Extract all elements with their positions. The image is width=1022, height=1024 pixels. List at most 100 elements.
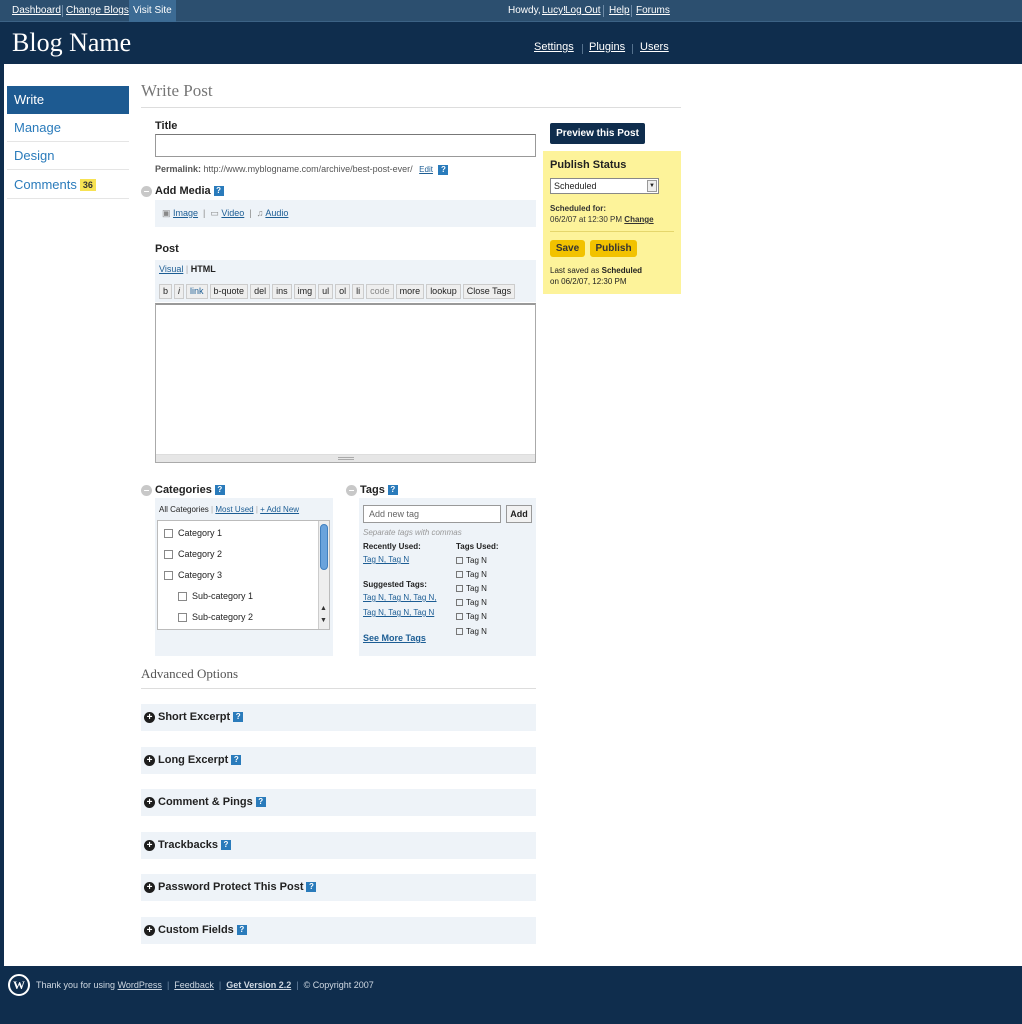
category-checkbox[interactable] xyxy=(178,592,187,602)
remove-tag-checkbox[interactable] xyxy=(456,557,463,565)
remove-tag-checkbox[interactable] xyxy=(456,585,463,593)
media-audio-link[interactable]: Audio xyxy=(265,208,288,218)
title-input[interactable] xyxy=(155,134,536,157)
tags-header[interactable]: – Tags? xyxy=(346,484,398,496)
wordpress-link[interactable]: WordPress xyxy=(118,980,162,990)
user-link[interactable]: Lucy! xyxy=(542,0,566,22)
custom-fields-section[interactable]: + Custom Fields? xyxy=(141,917,536,944)
collapse-icon[interactable]: – xyxy=(141,484,152,496)
used-tag[interactable]: Tag N xyxy=(456,556,487,565)
collapse-icon[interactable]: – xyxy=(141,185,152,197)
post-content-textarea[interactable] xyxy=(155,303,536,463)
resize-handle[interactable] xyxy=(156,454,535,462)
quicktag-del[interactable]: del xyxy=(250,284,271,299)
save-button[interactable]: Save xyxy=(550,240,585,257)
collapse-icon[interactable]: – xyxy=(346,484,357,496)
categories-header[interactable]: – Categories? xyxy=(141,484,225,496)
used-tag[interactable]: Tag N xyxy=(456,612,487,621)
help-icon[interactable]: ? xyxy=(231,755,242,766)
recent-tags[interactable]: Tag N, Tag N xyxy=(363,555,409,564)
quicktag-ul[interactable]: ul xyxy=(318,284,334,299)
preview-post-button[interactable]: Preview this Post xyxy=(550,123,645,144)
quicktag-code[interactable]: code xyxy=(366,284,394,299)
quicktag-lookup[interactable]: lookup xyxy=(426,284,461,299)
help-icon[interactable]: ? xyxy=(255,797,266,808)
help-icon[interactable]: ? xyxy=(214,485,225,496)
forums-link[interactable]: Forums xyxy=(636,0,670,22)
expand-icon[interactable]: + xyxy=(144,796,155,808)
trackbacks-section[interactable]: + Trackbacks? xyxy=(141,832,536,859)
category-item[interactable]: Category 3 xyxy=(164,570,222,581)
tab-html[interactable]: HTML xyxy=(191,264,216,274)
category-scrollbar[interactable]: ▲ ▼ xyxy=(318,521,329,629)
quicktag-ol[interactable]: ol xyxy=(335,284,351,299)
tab-most-used[interactable]: Most Used xyxy=(215,505,253,514)
quicktag-img[interactable]: img xyxy=(293,284,317,299)
expand-icon[interactable]: + xyxy=(144,839,155,851)
used-tag[interactable]: Tag N xyxy=(456,570,487,579)
tab-all-categories[interactable]: All Categories xyxy=(159,505,209,514)
help-icon[interactable]: ? xyxy=(213,186,224,197)
help-icon[interactable]: ? xyxy=(236,925,247,936)
comments-pings-section[interactable]: + Comment & Pings? xyxy=(141,789,536,816)
add-tag-button[interactable]: Add xyxy=(506,505,532,523)
tag-input[interactable]: Add new tag xyxy=(363,505,501,523)
expand-icon[interactable]: + xyxy=(144,754,155,766)
used-tag[interactable]: Tag N xyxy=(456,584,487,593)
remove-tag-checkbox[interactable] xyxy=(456,613,463,621)
category-checkbox[interactable] xyxy=(164,529,173,539)
add-new-category-link[interactable]: + Add New xyxy=(260,505,299,514)
subcategory-item[interactable]: Sub-category 2 xyxy=(178,612,253,623)
plugins-link[interactable]: Plugins xyxy=(589,41,625,53)
change-schedule-link[interactable]: Change xyxy=(624,215,653,224)
subcategory-item[interactable]: Sub-category 1 xyxy=(178,591,253,602)
used-tag[interactable]: Tag N xyxy=(456,598,487,607)
logout-link[interactable]: Log Out xyxy=(565,0,601,22)
quicktag-close-tags[interactable]: Close Tags xyxy=(462,284,516,299)
scroll-down-icon[interactable]: ▼ xyxy=(320,617,327,624)
quicktag-li[interactable]: li xyxy=(352,284,365,299)
dashboard-link[interactable]: Dashboard xyxy=(12,0,61,22)
get-version-link[interactable]: Get Version 2.2 xyxy=(226,980,291,990)
change-blogs-link[interactable]: Change Blogs xyxy=(66,0,129,22)
quicktag-link[interactable]: link xyxy=(186,284,208,299)
used-tag[interactable]: Tag N xyxy=(456,627,487,636)
media-image-link[interactable]: Image xyxy=(173,208,198,218)
category-checkbox[interactable] xyxy=(178,613,187,623)
blog-name[interactable]: Blog Name xyxy=(12,28,131,58)
expand-icon[interactable]: + xyxy=(144,711,155,723)
help-icon[interactable]: ? xyxy=(306,882,317,893)
long-excerpt-section[interactable]: + Long Excerpt? xyxy=(141,747,536,774)
scroll-up-icon[interactable]: ▲ xyxy=(320,605,327,612)
publish-button[interactable]: Publish xyxy=(590,240,637,257)
help-icon[interactable]: ? xyxy=(438,164,449,175)
suggested-tags-row[interactable]: Tag N, Tag N, Tag N xyxy=(363,608,434,617)
expand-icon[interactable]: + xyxy=(144,881,155,893)
remove-tag-checkbox[interactable] xyxy=(456,628,463,636)
users-link[interactable]: Users xyxy=(640,41,669,53)
remove-tag-checkbox[interactable] xyxy=(456,571,463,579)
tab-visual[interactable]: Visual xyxy=(159,264,183,274)
category-checkbox[interactable] xyxy=(164,571,173,581)
expand-icon[interactable]: + xyxy=(144,924,155,936)
category-checkbox[interactable] xyxy=(164,550,173,560)
wordpress-logo-icon[interactable]: W xyxy=(8,974,30,996)
scrollbar-thumb[interactable] xyxy=(320,524,328,570)
help-icon[interactable]: ? xyxy=(233,712,244,723)
permalink-edit-link[interactable]: Edit xyxy=(419,165,433,174)
quicktag-ins[interactable]: ins xyxy=(272,284,292,299)
feedback-link[interactable]: Feedback xyxy=(174,980,214,990)
category-item[interactable]: Category 1 xyxy=(164,528,222,539)
password-protect-section[interactable]: + Password Protect This Post? xyxy=(141,874,536,901)
category-item[interactable]: Category 2 xyxy=(164,549,222,560)
quicktag-blockquote[interactable]: b-quote xyxy=(209,284,249,299)
quicktag-bold[interactable]: b xyxy=(159,284,173,299)
media-video-link[interactable]: Video xyxy=(221,208,244,218)
sidebar-item-comments[interactable]: Comments 36 xyxy=(7,171,129,199)
add-media-header[interactable]: – Add Media? xyxy=(141,185,224,197)
settings-link[interactable]: Settings xyxy=(534,41,574,53)
short-excerpt-section[interactable]: + Short Excerpt? xyxy=(141,704,536,731)
publish-status-select[interactable]: Scheduled ▼ xyxy=(550,178,659,194)
sidebar-item-manage[interactable]: Manage xyxy=(7,114,129,142)
help-icon[interactable]: ? xyxy=(220,840,231,851)
